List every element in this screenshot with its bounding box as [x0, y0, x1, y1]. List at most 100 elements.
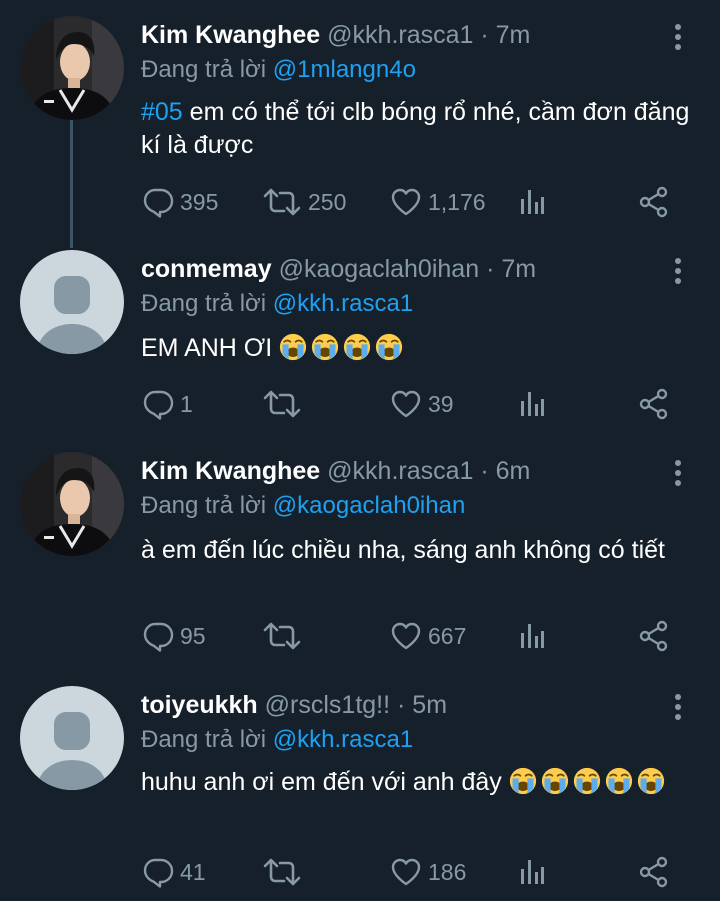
display-name[interactable]: conmemay [141, 255, 272, 283]
like-icon [390, 620, 422, 652]
analytics-icon [518, 622, 546, 650]
reply-icon [142, 186, 174, 218]
dot-separator: · [480, 457, 489, 485]
reply-button[interactable]: 41 [142, 852, 206, 892]
profile-photo [20, 452, 124, 556]
timestamp[interactable]: 7m [496, 21, 531, 49]
retweet-button[interactable] [262, 384, 302, 424]
tweet-text: EM ANH ƠI [141, 332, 690, 365]
replying-to: Đang trả lời @kaogaclah0ihan [141, 489, 465, 523]
user-handle[interactable]: @rscls1tg!! [265, 691, 390, 719]
tweet[interactable]: toiyeukkh @rscls1tg!! · 5m Đang trả lời … [0, 686, 720, 901]
reply-icon [142, 620, 174, 652]
default-profile-icon [20, 686, 124, 790]
loudly-crying-face-icon [605, 767, 633, 795]
more-icon[interactable] [668, 256, 688, 286]
like-icon [390, 856, 422, 888]
timestamp[interactable]: 6m [496, 457, 531, 485]
user-handle[interactable]: @kkh.rasca1 [327, 21, 473, 49]
reply-button[interactable]: 1 [142, 384, 193, 424]
more-icon[interactable] [668, 692, 688, 722]
display-name[interactable]: toiyeukkh [141, 691, 258, 719]
tweet-body: em có thể tới clb bóng rổ nhé, cầm đơn đ… [141, 98, 690, 159]
author-row: conmemay @kaogaclah0ihan · 7m [141, 252, 660, 286]
tweet-text: huhu anh ơi em đến với anh đây [141, 766, 690, 799]
profile-photo [20, 16, 124, 120]
avatar[interactable] [20, 452, 124, 556]
reply-count: 395 [180, 188, 219, 215]
more-icon[interactable] [668, 22, 688, 52]
reply-button[interactable]: 395 [142, 182, 218, 222]
mention-link[interactable]: @kkh.rasca1 [273, 726, 413, 753]
action-bar: 95 667 [0, 616, 720, 656]
like-button[interactable]: 39 [390, 384, 454, 424]
analytics-icon [518, 390, 546, 418]
share-icon [638, 388, 670, 420]
analytics-icon [518, 188, 546, 216]
loudly-crying-face-icon [311, 333, 339, 361]
tweet[interactable]: Kim Kwanghee @kkh.rasca1 · 6m Đang trả l… [0, 452, 720, 676]
tweet-body: EM ANH ƠI [141, 334, 273, 362]
reply-thread: Kim Kwanghee @kkh.rasca1 · 7m Đang trả l… [0, 0, 720, 901]
display-name[interactable]: Kim Kwanghee [141, 457, 320, 485]
avatar[interactable] [20, 686, 124, 790]
loudly-crying-face-icon [573, 767, 601, 795]
loudly-crying-face-icon [279, 333, 307, 361]
like-count: 1,176 [428, 188, 486, 215]
display-name[interactable]: Kim Kwanghee [141, 21, 320, 49]
like-button[interactable]: 667 [390, 616, 466, 656]
retweet-count: 250 [308, 188, 347, 215]
author-row: Kim Kwanghee @kkh.rasca1 · 6m [141, 454, 660, 488]
timestamp[interactable]: 7m [501, 255, 536, 283]
reply-icon [142, 388, 174, 420]
tweet[interactable]: Kim Kwanghee @kkh.rasca1 · 7m Đang trả l… [0, 16, 720, 248]
author-row: Kim Kwanghee @kkh.rasca1 · 7m [141, 18, 660, 52]
more-icon[interactable] [668, 458, 688, 488]
share-button[interactable] [638, 616, 670, 656]
analytics-button[interactable] [518, 852, 546, 892]
dot-separator: · [397, 691, 406, 719]
like-icon [390, 186, 422, 218]
retweet-icon [262, 856, 302, 888]
avatar[interactable] [20, 250, 124, 354]
emoji-group [509, 768, 669, 796]
loudly-crying-face-icon [637, 767, 665, 795]
analytics-icon [518, 858, 546, 886]
emoji-group [279, 334, 407, 362]
retweet-button[interactable]: 250 [262, 182, 346, 222]
timestamp[interactable]: 5m [412, 691, 447, 719]
tweet-body: à em đến lúc chiều nha, sáng anh không c… [141, 536, 665, 564]
like-button[interactable]: 186 [390, 852, 466, 892]
like-button[interactable]: 1,176 [390, 182, 486, 222]
retweet-icon [262, 620, 302, 652]
analytics-button[interactable] [518, 182, 546, 222]
mention-link[interactable]: @kkh.rasca1 [273, 290, 413, 317]
analytics-button[interactable] [518, 616, 546, 656]
share-icon [638, 856, 670, 888]
tweet-body: huhu anh ơi em đến với anh đây [141, 768, 502, 796]
like-icon [390, 388, 422, 420]
mention-link[interactable]: @kaogaclah0ihan [273, 492, 466, 519]
share-button[interactable] [638, 852, 670, 892]
mention-link[interactable]: @1mlangn4o [273, 56, 416, 83]
replying-to-label: Đang trả lời [141, 290, 267, 317]
retweet-button[interactable] [262, 852, 302, 892]
share-button[interactable] [638, 384, 670, 424]
analytics-button[interactable] [518, 384, 546, 424]
loudly-crying-face-icon [541, 767, 569, 795]
replying-to: Đang trả lời @kkh.rasca1 [141, 723, 413, 757]
retweet-button[interactable] [262, 616, 302, 656]
replying-to-label: Đang trả lời [141, 726, 267, 753]
hashtag-link[interactable]: #05 [141, 98, 183, 126]
like-count: 186 [428, 858, 467, 885]
reply-count: 1 [180, 390, 193, 417]
replying-to: Đang trả lời @kkh.rasca1 [141, 287, 413, 321]
reply-button[interactable]: 95 [142, 616, 206, 656]
share-button[interactable] [638, 182, 670, 222]
user-handle[interactable]: @kkh.rasca1 [327, 457, 473, 485]
retweet-icon [262, 388, 302, 420]
avatar[interactable] [20, 16, 124, 120]
user-handle[interactable]: @kaogaclah0ihan [279, 255, 480, 283]
replying-to: Đang trả lời @1mlangn4o [141, 53, 416, 87]
tweet[interactable]: conmemay @kaogaclah0ihan · 7m Đang trả l… [0, 250, 720, 440]
